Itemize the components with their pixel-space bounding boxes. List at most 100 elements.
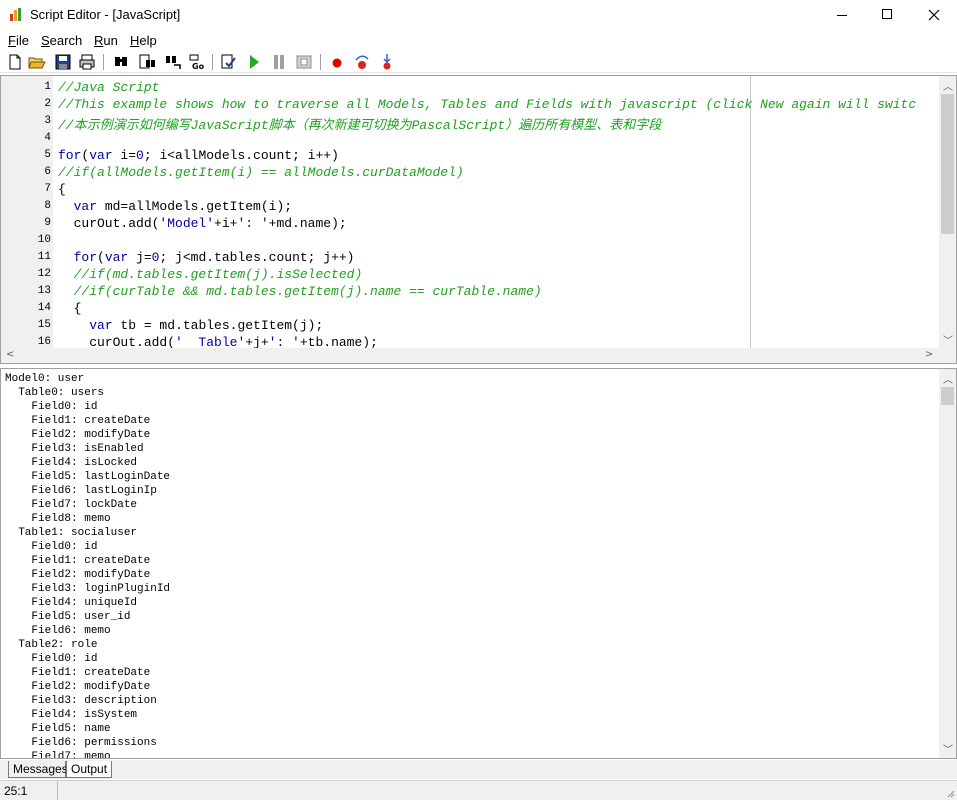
output-line: Field3: isEnabled bbox=[5, 443, 144, 455]
code-line: //Java Script bbox=[58, 80, 160, 95]
scroll-down-icon[interactable]: ﹀ bbox=[943, 741, 953, 756]
editor-horizontal-scrollbar[interactable]: < > bbox=[1, 348, 956, 363]
line-number: 7 bbox=[44, 183, 51, 195]
menu-help[interactable]: Help bbox=[130, 33, 157, 48]
compile-icon[interactable] bbox=[220, 53, 238, 71]
line-number: 9 bbox=[44, 217, 51, 229]
step-over-icon[interactable] bbox=[353, 53, 371, 71]
editor-scroll-thumb[interactable] bbox=[941, 94, 954, 234]
goto-line-icon[interactable]: Go bbox=[189, 53, 207, 71]
print-icon[interactable] bbox=[78, 53, 96, 71]
output-line: Field7: lockDate bbox=[5, 499, 138, 511]
toolbar-separator bbox=[212, 54, 214, 70]
output-line: Table0: users bbox=[5, 387, 105, 399]
resize-grip-icon[interactable] bbox=[945, 788, 955, 798]
line-number: 4 bbox=[44, 132, 51, 144]
menu-search[interactable]: Search bbox=[41, 33, 82, 48]
line-number: 14 bbox=[37, 302, 51, 314]
output-line: Field2: modifyDate bbox=[5, 681, 151, 693]
tab-output[interactable]: Output bbox=[66, 761, 112, 778]
panel-tab-bar: Messages Output bbox=[0, 760, 957, 779]
save-icon[interactable] bbox=[54, 53, 72, 71]
cursor-position: 25:1 bbox=[4, 784, 28, 798]
scroll-up-icon[interactable]: ︿ bbox=[943, 371, 953, 386]
scroll-down-icon[interactable]: ﹀ bbox=[943, 332, 953, 347]
code-line: curOut.add('Model'+i+': '+md.name); bbox=[58, 216, 347, 231]
output-line: Field4: isSystem bbox=[5, 709, 138, 721]
code-line: { bbox=[58, 301, 82, 316]
status-bar: 25:1 bbox=[0, 780, 957, 800]
code-line: //This example shows how to traverse all… bbox=[58, 97, 917, 112]
code-line: { bbox=[58, 182, 66, 197]
output-line: Field5: user_id bbox=[5, 611, 131, 623]
output-line: Field1: createDate bbox=[5, 415, 151, 427]
code-line: var md=allModels.getItem(i); bbox=[73, 199, 293, 214]
output-scroll-thumb[interactable] bbox=[941, 387, 954, 405]
output-panel[interactable]: Model0: user Table0: users Field0: id Fi… bbox=[0, 368, 957, 759]
tab-messages[interactable]: Messages bbox=[8, 761, 68, 778]
code-line: curOut.add(' Table'+j+': '+tb.name); bbox=[58, 335, 378, 348]
code-line: for(var i=0; i<allModels.count; i++) bbox=[58, 148, 339, 163]
output-line: Field8: memo bbox=[5, 513, 111, 525]
stop-icon[interactable] bbox=[295, 53, 313, 71]
output-line: Field6: lastLoginIp bbox=[5, 485, 157, 497]
scroll-right-icon[interactable]: > bbox=[925, 349, 933, 360]
code-line: //if(allModels.getItem(i) == allModels.c… bbox=[58, 165, 464, 180]
maximize-icon bbox=[882, 9, 892, 19]
output-line: Field7: memo bbox=[5, 751, 111, 759]
pause-icon[interactable] bbox=[270, 53, 288, 71]
line-number: 5 bbox=[44, 149, 51, 161]
find-icon[interactable] bbox=[112, 53, 130, 71]
line-number: 6 bbox=[44, 166, 51, 178]
line-number: 10 bbox=[37, 234, 51, 246]
menu-bar: File Search Run Help bbox=[0, 31, 957, 51]
output-line: Field4: uniqueId bbox=[5, 597, 138, 609]
line-number: 3 bbox=[44, 115, 51, 127]
code-line: //本示例演示如何编写JavaScript脚本（再次新建可切换为PascalSc… bbox=[58, 118, 662, 133]
line-number: 15 bbox=[37, 319, 51, 331]
output-line: Field1: createDate bbox=[5, 667, 151, 679]
minimize-button[interactable] bbox=[819, 0, 865, 31]
maximize-button[interactable] bbox=[865, 0, 911, 31]
app-icon bbox=[10, 8, 24, 22]
output-line: Table2: role bbox=[5, 639, 98, 651]
code-editor[interactable]: 1 2 3 4 5 6 7 8 9 10 11 12 13 14 15 16 //Java Script//T… bbox=[0, 75, 957, 364]
breakpoint-icon[interactable] bbox=[328, 53, 346, 71]
close-icon bbox=[928, 9, 940, 21]
right-margin-line bbox=[750, 76, 751, 348]
run-icon[interactable] bbox=[245, 53, 263, 71]
output-line: Field4: isLocked bbox=[5, 457, 138, 469]
code-line: //if(curTable && md.tables.getItem(j).na… bbox=[73, 284, 542, 299]
output-vertical-scrollbar[interactable]: ︿ ﹀ bbox=[939, 369, 956, 758]
svg-text:Go: Go bbox=[192, 62, 205, 71]
find-next-icon[interactable] bbox=[138, 53, 156, 71]
close-button[interactable] bbox=[911, 0, 957, 31]
scroll-up-icon[interactable]: ︿ bbox=[943, 78, 953, 93]
step-into-icon[interactable] bbox=[378, 53, 396, 71]
new-file-icon[interactable] bbox=[6, 53, 24, 71]
code-text-area[interactable]: //Java Script //This example shows how to… bbox=[53, 76, 937, 348]
replace-icon[interactable] bbox=[164, 53, 182, 71]
window-title: Script Editor - [JavaScript] bbox=[30, 7, 181, 22]
output-line: Field0: id bbox=[5, 401, 98, 413]
output-line: Field2: modifyDate bbox=[5, 569, 151, 581]
line-number-gutter: 1 2 3 4 5 6 7 8 9 10 11 12 13 14 15 16 bbox=[1, 76, 53, 348]
menu-file[interactable]: File bbox=[8, 33, 29, 48]
output-line: Field1: createDate bbox=[5, 555, 151, 567]
output-line: Table1: socialuser bbox=[5, 527, 138, 539]
line-number: 12 bbox=[37, 268, 51, 280]
output-line: Field0: id bbox=[5, 541, 98, 553]
output-line: Model0: user bbox=[5, 373, 85, 385]
output-line: Field5: name bbox=[5, 723, 111, 735]
menu-run[interactable]: Run bbox=[94, 33, 118, 48]
scroll-left-icon[interactable]: < bbox=[6, 349, 14, 360]
toolbar-separator bbox=[320, 54, 322, 70]
title-bar: Script Editor - [JavaScript] bbox=[0, 0, 957, 31]
code-line: //if(md.tables.getItem(j).isSelected) bbox=[73, 267, 363, 282]
output-line: Field2: modifyDate bbox=[5, 429, 151, 441]
editor-vertical-scrollbar[interactable]: ︿ ﹀ bbox=[939, 76, 956, 348]
output-line: Field5: lastLoginDate bbox=[5, 471, 171, 483]
code-line: for(var j=0; j<md.tables.count; j++) bbox=[73, 250, 355, 265]
toolbar-separator bbox=[103, 54, 105, 70]
open-folder-icon[interactable] bbox=[28, 53, 46, 71]
